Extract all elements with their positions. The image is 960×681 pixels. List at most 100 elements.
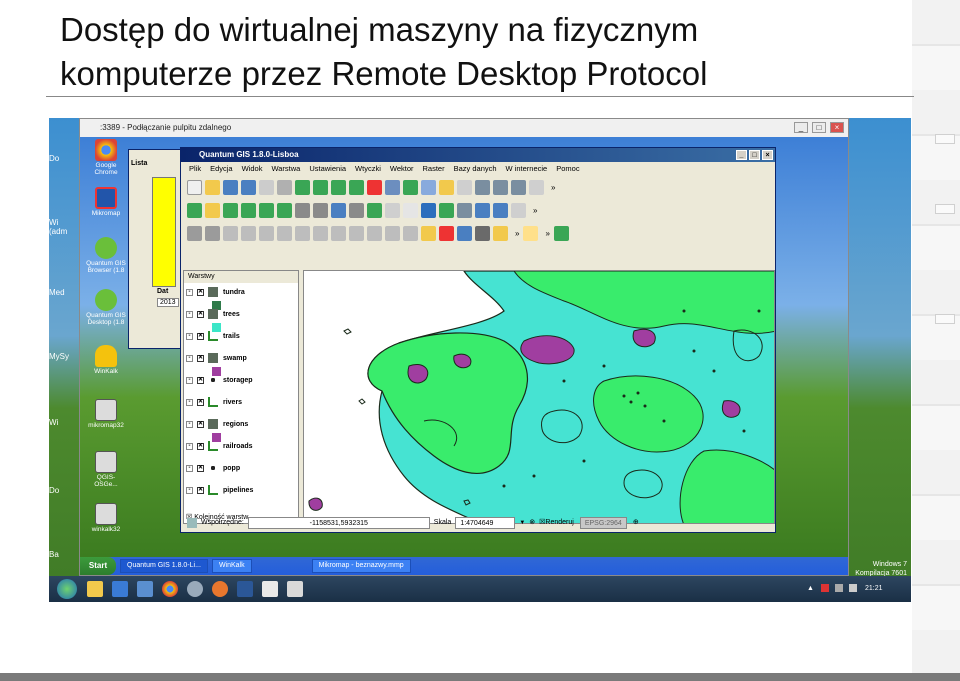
expand-icon[interactable]: - — [186, 376, 193, 384]
delete-part-icon[interactable] — [313, 226, 328, 241]
show-bookmarks-icon[interactable] — [439, 203, 454, 218]
desktop-label[interactable]: Wi (adm — [49, 218, 77, 236]
map-tips-icon[interactable] — [403, 203, 418, 218]
zoom-selection-icon[interactable] — [241, 203, 256, 218]
toolbar-overflow-icon[interactable]: » — [533, 206, 537, 215]
maximize-button[interactable]: □ — [812, 122, 826, 133]
xp-start-button[interactable]: Start — [80, 557, 116, 575]
add-vector-icon[interactable] — [295, 180, 310, 195]
media-player-icon[interactable] — [112, 581, 128, 597]
visibility-checkbox[interactable]: ✕ — [197, 486, 204, 494]
offset-curve-icon[interactable] — [349, 226, 364, 241]
edit-icon[interactable] — [439, 180, 454, 195]
layer-row-trails[interactable]: - ✕ trails — [186, 331, 240, 341]
deselect-icon[interactable] — [349, 203, 364, 218]
layer-row-storagep[interactable]: - ✕ storagep — [186, 375, 253, 385]
layer-row-railroads[interactable]: - ✕ railroads — [186, 441, 253, 451]
clock[interactable]: 21:21 — [865, 585, 883, 592]
expand-icon[interactable]: - — [186, 420, 193, 428]
desktop-icon-mikromap[interactable]: Mikromap — [86, 187, 126, 217]
minimize-button[interactable]: _ — [794, 122, 808, 133]
expand-icon[interactable]: - — [186, 288, 193, 296]
menu-edycja[interactable]: Edycja — [210, 162, 233, 176]
stop-render-icon[interactable]: ⊗ — [529, 514, 535, 532]
menu-wektor[interactable]: Wektor — [390, 162, 414, 176]
measure-icon[interactable] — [367, 203, 382, 218]
visibility-checkbox[interactable]: ✕ — [197, 442, 204, 450]
zoom-native-icon[interactable] — [511, 203, 526, 218]
measure-area-icon[interactable] — [385, 203, 400, 218]
new-project-icon[interactable] — [187, 180, 202, 195]
merge-attributes-icon[interactable] — [403, 226, 418, 241]
chrome-icon[interactable] — [162, 581, 178, 597]
rdp-titlebar[interactable]: :3389 - Podłączanie pulpitu zdalnego _ □… — [80, 119, 848, 137]
desktop-label[interactable]: Med — [49, 288, 79, 297]
add-wms-icon[interactable] — [385, 180, 400, 195]
visibility-checkbox[interactable]: ✕ — [197, 420, 204, 428]
action-center-icon[interactable] — [821, 584, 829, 592]
expand-icon[interactable]: - — [186, 398, 193, 406]
document-icon[interactable] — [262, 581, 278, 597]
pan-icon[interactable] — [493, 180, 508, 195]
layer-row-pipelines[interactable]: - ✕ pipelines — [186, 485, 253, 495]
qgis-titlebar[interactable]: Quantum GIS 1.8.0-Lisboa _ □ × — [181, 148, 775, 162]
messages-icon[interactable]: ⊕ — [633, 514, 639, 532]
add-raster-icon[interactable] — [313, 180, 328, 195]
toggle-extents-icon[interactable] — [187, 518, 197, 528]
visibility-checkbox[interactable]: ✕ — [197, 354, 204, 362]
menu-wtyczki[interactable]: Wtyczki — [355, 162, 381, 176]
network-tray-icon[interactable] — [835, 584, 843, 592]
explorer-icon[interactable] — [87, 581, 103, 597]
identify-icon[interactable] — [313, 203, 328, 218]
rotate-icon[interactable] — [223, 226, 238, 241]
python-console-icon[interactable] — [553, 226, 569, 241]
background-window-date-field[interactable]: 2013 — [157, 298, 179, 307]
desktop-icon-chrome[interactable]: Google Chrome — [86, 139, 126, 176]
desktop-icon-qgis-osgeo[interactable]: QGIS-OSGe... — [86, 451, 126, 488]
toolbar-overflow-icon[interactable]: » — [515, 229, 519, 238]
refresh-icon[interactable] — [295, 203, 310, 218]
annotation-icon[interactable] — [493, 226, 508, 241]
field-calculator-icon[interactable] — [475, 226, 490, 241]
zoom-next-icon[interactable] — [277, 203, 292, 218]
expand-icon[interactable]: - — [186, 310, 193, 318]
save-icon[interactable] — [223, 180, 238, 195]
expand-icon[interactable]: - — [186, 354, 193, 362]
layer-row-trees[interactable]: - ✕ trees — [186, 309, 240, 319]
expand-icon[interactable]: - — [186, 442, 193, 450]
delete-ring-icon[interactable] — [295, 226, 310, 241]
toolbar-overflow-icon[interactable]: » — [545, 229, 549, 238]
open-project-icon[interactable] — [205, 180, 220, 195]
qgis-close-button[interactable]: × — [762, 150, 773, 160]
reshape-icon[interactable] — [331, 226, 346, 241]
visibility-checkbox[interactable]: ✕ — [197, 310, 204, 318]
coordinates-field[interactable]: -1158531,5932315 — [247, 517, 430, 529]
zoom-layer-icon[interactable] — [223, 203, 238, 218]
desktop-icon-winkalk[interactable]: WinKalk — [86, 345, 126, 375]
split-icon[interactable] — [367, 226, 382, 241]
close-button[interactable]: × — [830, 122, 844, 133]
volume-icon[interactable] — [849, 584, 857, 592]
print-composer-icon[interactable] — [277, 180, 292, 195]
tray-arrow-icon[interactable]: ▲ — [807, 585, 814, 592]
label-icon[interactable] — [421, 226, 436, 241]
taskbar-item-winkalk[interactable]: WinKalk — [211, 559, 252, 573]
attribute-table-icon[interactable] — [457, 226, 472, 241]
menu-warstwa[interactable]: Warstwa — [271, 162, 300, 176]
menu-raster[interactable]: Raster — [423, 162, 445, 176]
new-layer-icon[interactable] — [421, 180, 436, 195]
bookmark-icon[interactable] — [421, 203, 436, 218]
menu-w-internecie[interactable]: W internecie — [506, 162, 548, 176]
desktop-icon-qgis-browser[interactable]: Quantum GIS Browser (1.8 — [86, 237, 126, 274]
desktop-icon-winkalk32[interactable]: winkalk32 — [86, 503, 126, 533]
zoom-in-icon[interactable] — [511, 180, 526, 195]
toolbar-overflow-icon[interactable]: » — [551, 183, 555, 192]
desktop-label[interactable]: Do — [49, 486, 79, 495]
layer-row-popp[interactable]: - ✕ popp — [186, 463, 240, 473]
desktop-label[interactable]: Do — [49, 154, 79, 163]
vertex-icon[interactable] — [475, 180, 490, 195]
visibility-checkbox[interactable]: ✕ — [197, 398, 204, 406]
firefox-icon[interactable] — [212, 581, 228, 597]
qgis-maximize-button[interactable]: □ — [749, 150, 760, 160]
expand-icon[interactable]: - — [186, 464, 193, 472]
